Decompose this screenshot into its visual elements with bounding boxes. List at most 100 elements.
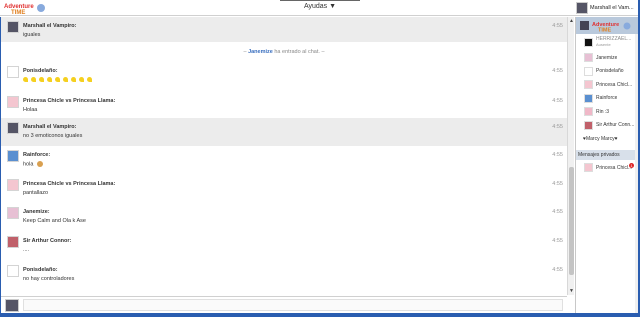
emoticon-icon bbox=[55, 77, 60, 82]
message-author[interactable]: Sir Arthur Connor: bbox=[23, 238, 71, 244]
avatar bbox=[584, 93, 593, 103]
message-time: 4:55 bbox=[552, 181, 563, 187]
user-list-item[interactable]: Sir Arthur Conn... bbox=[576, 119, 638, 133]
message-text: Holaa bbox=[23, 107, 38, 113]
message-author[interactable]: Marshall el Vampiro: bbox=[23, 124, 77, 130]
user-name: ♥Marcy Marcy♥ bbox=[583, 135, 618, 142]
emoticon-icon bbox=[71, 77, 76, 82]
window-border bbox=[0, 313, 640, 317]
avatar bbox=[576, 2, 588, 14]
chat-scrollbar[interactable]: ▲ ▼ bbox=[567, 17, 574, 295]
scroll-down-icon[interactable]: ▼ bbox=[568, 287, 575, 295]
help-dropdown[interactable]: Ayudas ▼ bbox=[280, 0, 360, 12]
emoticon-icon bbox=[63, 77, 68, 82]
message-input[interactable] bbox=[23, 299, 563, 311]
avatar bbox=[584, 53, 593, 63]
chat-log: Marshall el Vampiro: iguales 4:55 – Jane… bbox=[1, 17, 567, 295]
message-time: 4:55 bbox=[552, 124, 563, 130]
scroll-thumb[interactable] bbox=[569, 167, 574, 275]
message-text: no 3 emoticonos iguales bbox=[23, 133, 83, 139]
chat-message: Janemize: Keep Calm and Ola k Ase 4:55 bbox=[1, 203, 567, 232]
user-list-scrollbar[interactable] bbox=[635, 34, 638, 313]
private-message-item[interactable]: Princesa Chicl... 1 bbox=[576, 160, 638, 176]
message-text: no hay controladores bbox=[23, 276, 75, 282]
avatar[interactable] bbox=[7, 207, 19, 219]
avatar[interactable] bbox=[7, 150, 19, 162]
message-author[interactable]: Janemize: bbox=[23, 209, 50, 215]
avatar bbox=[584, 38, 593, 47]
user-list: Adventure TIME HERRIZZAEL... Ausente Jan… bbox=[575, 17, 638, 313]
message-text: hola bbox=[23, 161, 34, 168]
user-list-item[interactable]: Princesa Chicl... bbox=[576, 78, 638, 92]
message-author[interactable]: Princesa Chicle vs Princesa Llama: bbox=[23, 181, 115, 187]
user-name: Princesa Chicl... bbox=[596, 164, 633, 171]
avatar bbox=[584, 120, 593, 130]
message-time: 4:55 bbox=[552, 209, 563, 215]
avatar bbox=[584, 66, 593, 76]
message-author[interactable]: Marshall el Vampiro: bbox=[23, 23, 77, 29]
emoticon-icon bbox=[31, 77, 36, 82]
user-name: Princesa Chicl... bbox=[596, 81, 633, 88]
emoticon-icon bbox=[39, 77, 44, 82]
svg-text:TIME: TIME bbox=[11, 10, 25, 15]
message-time: 4:55 bbox=[552, 152, 563, 158]
wiki-logo[interactable]: Adventure TIME bbox=[3, 1, 47, 15]
user-list-item[interactable]: Rainforce bbox=[576, 92, 638, 106]
avatar[interactable] bbox=[7, 236, 19, 248]
message-composer bbox=[1, 296, 567, 313]
user-name: Ponisdelaño bbox=[596, 68, 624, 75]
chat-message: Marshall el Vampiro: no 3 emoticonos igu… bbox=[1, 118, 567, 146]
chat-message: Ponisdelaño: no hay controladores 4:55 bbox=[1, 261, 567, 291]
join-notice: – Janemize ha entrado al chat. – bbox=[243, 49, 325, 55]
avatar[interactable] bbox=[7, 66, 19, 78]
avatar[interactable] bbox=[7, 179, 19, 191]
message-author[interactable]: Ponisdelaño: bbox=[23, 68, 58, 74]
avatar bbox=[584, 107, 593, 117]
message-time: 4:55 bbox=[552, 98, 563, 104]
unread-badge: 1 bbox=[629, 162, 634, 168]
message-author[interactable]: Princesa Chicle vs Princesa Llama: bbox=[23, 98, 115, 104]
chat-message: Rainforce: hola 4:55 bbox=[1, 146, 567, 175]
avatar bbox=[580, 21, 589, 30]
current-user-name: Marshall el Vam... bbox=[590, 5, 634, 11]
avatar[interactable] bbox=[7, 96, 19, 108]
message-text: iguales bbox=[23, 32, 41, 38]
user-list-item[interactable]: Rin :3 bbox=[576, 105, 638, 119]
message-text: .... bbox=[23, 247, 30, 253]
user-status: Ausente bbox=[596, 42, 611, 47]
avatar[interactable] bbox=[7, 21, 19, 33]
message-text: pantallazo bbox=[23, 190, 49, 196]
scroll-up-icon[interactable]: ▲ bbox=[568, 17, 575, 25]
user-name: Janemize bbox=[596, 54, 618, 61]
emoticon-icon bbox=[87, 77, 92, 82]
message-time: 4:55 bbox=[552, 238, 563, 244]
user-list-item[interactable]: ♥Marcy Marcy♥ bbox=[576, 132, 638, 146]
avatar[interactable] bbox=[7, 122, 19, 134]
user-name: Rainforce bbox=[596, 95, 618, 102]
chat-message: Princesa Chicle vs Princesa Llama: Holaa… bbox=[1, 92, 567, 118]
emote-row bbox=[23, 77, 92, 84]
avatar bbox=[584, 80, 593, 90]
chat-message: Ponisdelaño: 4:55 bbox=[1, 62, 567, 92]
emoticon-icon bbox=[36, 161, 43, 167]
chat-message: Princesa Chicle vs Princesa Llama: panta… bbox=[1, 175, 567, 203]
emoticon-icon bbox=[23, 77, 28, 82]
message-time: 4:55 bbox=[552, 267, 563, 273]
emoticon-icon bbox=[79, 77, 84, 82]
user-list-self[interactable]: HERRIZZAEL... Ausente bbox=[576, 34, 638, 51]
avatar[interactable] bbox=[7, 265, 19, 277]
window-border bbox=[0, 17, 1, 317]
message-text: Keep Calm and Ola k Ase bbox=[23, 218, 86, 224]
message-author[interactable]: Rainforce: bbox=[23, 152, 50, 158]
user-list-item[interactable]: Ponisdelaño bbox=[576, 65, 638, 79]
message-author[interactable]: Ponisdelaño: bbox=[23, 267, 58, 273]
private-messages-header: Mensajes privados bbox=[576, 149, 638, 160]
message-time: 4:55 bbox=[552, 23, 563, 29]
chat-message: Marshall el Vampiro: iguales 4:55 bbox=[1, 17, 567, 42]
user-list-item[interactable]: Janemize bbox=[576, 51, 638, 65]
message-time: 4:55 bbox=[552, 68, 563, 74]
avatar bbox=[584, 163, 593, 172]
current-user[interactable]: Marshall el Vam... bbox=[576, 1, 638, 15]
notice-user[interactable]: Janemize bbox=[248, 49, 273, 55]
chat-message: Sir Arthur Connor: .... 4:55 bbox=[1, 232, 567, 261]
